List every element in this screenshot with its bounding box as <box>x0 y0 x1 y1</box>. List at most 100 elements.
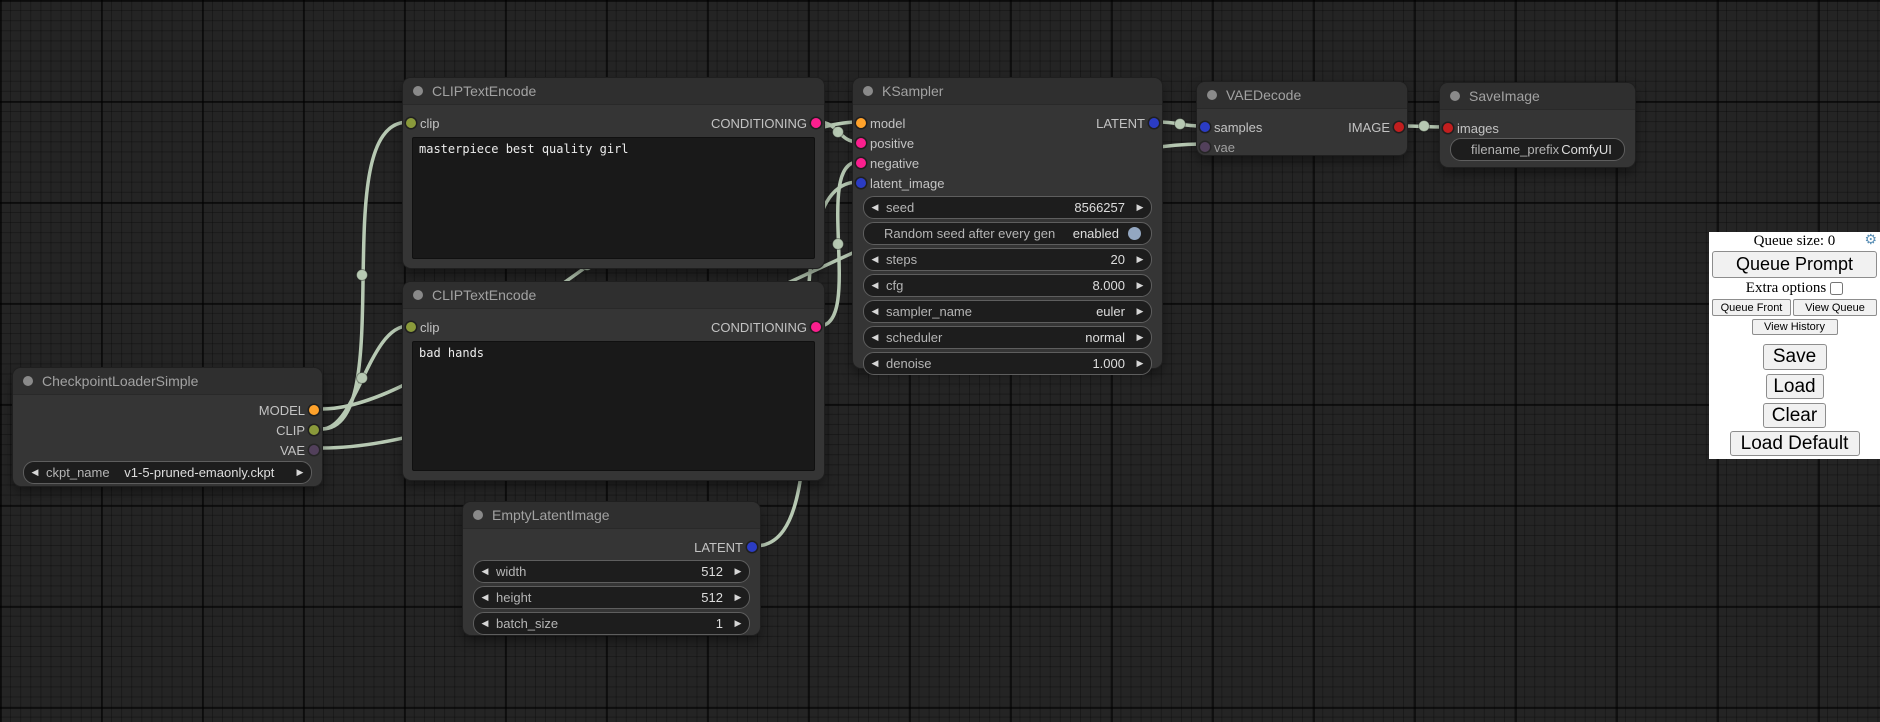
input-dot-images[interactable] <box>1443 123 1453 133</box>
node-title-bar[interactable]: KSampler <box>853 78 1162 105</box>
widget-ckpt-name[interactable]: ◀ ckpt_name v1-5-pruned-emaonly.ckpt ▶ <box>23 461 312 484</box>
widget-batch-size[interactable]: ◀ batch_size 1 ▶ <box>473 612 750 635</box>
decrement-arrow-icon[interactable]: ◀ <box>474 587 496 608</box>
output-dot-conditioning[interactable] <box>811 322 821 332</box>
input-dot-negative[interactable] <box>856 158 866 168</box>
output-dot-latent[interactable] <box>1149 118 1159 128</box>
decrement-arrow-icon[interactable]: ◀ <box>864 249 886 270</box>
node-title-bar[interactable]: CLIPTextEncode <box>403 282 824 309</box>
clear-button[interactable]: Clear <box>1763 403 1826 428</box>
link-midpoint-dot <box>833 127 844 138</box>
widget-height[interactable]: ◀ height 512 ▶ <box>473 586 750 609</box>
node-emptylatentimage[interactable]: EmptyLatentImage LATENT ◀ width 512 ▶ ◀ … <box>463 502 760 635</box>
collapse-dot[interactable] <box>413 290 423 300</box>
widget-width[interactable]: ◀ width 512 ▶ <box>473 560 750 583</box>
increment-arrow-icon[interactable]: ▶ <box>1129 197 1151 218</box>
node-vaedecode[interactable]: VAEDecode samples IMAGE vae <box>1197 82 1407 155</box>
output-slot-vae: VAE <box>13 440 322 460</box>
decrement-arrow-icon[interactable]: ◀ <box>864 353 886 374</box>
widget-scheduler[interactable]: ◀ scheduler normal ▶ <box>863 326 1152 349</box>
decrement-arrow-icon[interactable]: ◀ <box>474 613 496 634</box>
input-label: clip <box>420 116 440 131</box>
increment-arrow-icon[interactable]: ▶ <box>1129 327 1151 348</box>
widget-filename-prefix[interactable]: filename_prefix ComfyUI <box>1450 138 1625 161</box>
view-history-button[interactable]: View History <box>1752 319 1838 335</box>
node-title-bar[interactable]: SaveImage <box>1440 83 1635 110</box>
node-title-bar[interactable]: CLIPTextEncode <box>403 78 824 105</box>
extra-options-label: Extra options <box>1746 280 1826 297</box>
node-cliptextencode-negative[interactable]: CLIPTextEncode clip CONDITIONING bad han… <box>403 282 824 480</box>
collapse-dot[interactable] <box>1207 90 1217 100</box>
increment-arrow-icon[interactable]: ▶ <box>727 613 749 634</box>
output-label: LATENT <box>694 540 743 555</box>
node-cliptextencode-positive[interactable]: CLIPTextEncode clip CONDITIONING masterp… <box>403 78 824 268</box>
input-dot-clip[interactable] <box>406 322 416 332</box>
input-dot-samples[interactable] <box>1200 122 1210 132</box>
decrement-arrow-icon[interactable]: ◀ <box>864 197 886 218</box>
save-button[interactable]: Save <box>1763 344 1827 370</box>
input-dot-clip[interactable] <box>406 118 416 128</box>
input-label: model <box>870 116 905 131</box>
decrement-arrow-icon[interactable]: ◀ <box>864 275 886 296</box>
settings-gear-icon[interactable]: ⚙ <box>1864 233 1877 249</box>
load-default-button[interactable]: Load Default <box>1730 431 1860 456</box>
widget-cfg[interactable]: ◀ cfg 8.000 ▶ <box>863 274 1152 297</box>
increment-arrow-icon[interactable]: ▶ <box>1129 353 1151 374</box>
queue-prompt-button[interactable]: Queue Prompt <box>1712 251 1877 278</box>
node-title-bar[interactable]: CheckpointLoaderSimple <box>13 368 322 395</box>
collapse-dot[interactable] <box>1450 91 1460 101</box>
collapse-dot[interactable] <box>413 86 423 96</box>
output-dot-conditioning[interactable] <box>811 118 821 128</box>
decrement-arrow-icon[interactable]: ◀ <box>864 301 886 322</box>
increment-arrow-icon[interactable]: ▶ <box>1129 301 1151 322</box>
output-dot-model[interactable] <box>309 405 319 415</box>
toggle-enabled-icon[interactable] <box>1128 227 1141 240</box>
positive-prompt-textarea[interactable]: masterpiece best quality girl <box>412 137 815 259</box>
collapse-dot[interactable] <box>23 376 33 386</box>
slot-row-samples-image: samples IMAGE <box>1197 117 1407 137</box>
node-title-bar[interactable]: VAEDecode <box>1197 82 1407 109</box>
load-button[interactable]: Load <box>1766 374 1824 399</box>
widget-value: normal <box>942 330 1129 345</box>
increment-arrow-icon[interactable]: ▶ <box>727 561 749 582</box>
collapse-dot[interactable] <box>473 510 483 520</box>
output-dot-image[interactable] <box>1394 122 1404 132</box>
node-checkpointloadersimple[interactable]: CheckpointLoaderSimple MODEL CLIP VAE ◀ … <box>13 368 322 486</box>
negative-prompt-textarea[interactable]: bad hands <box>412 341 815 471</box>
widget-value: 8566257 <box>914 200 1129 215</box>
widget-label: cfg <box>886 278 903 293</box>
input-dot-latent-image[interactable] <box>856 178 866 188</box>
graph-canvas[interactable]: { "colors": { "wire": "#b7c9b3", "slot_m… <box>0 0 1880 722</box>
widget-label: width <box>496 564 526 579</box>
link-midpoint-dot <box>1419 121 1430 132</box>
increment-arrow-icon[interactable]: ▶ <box>1129 249 1151 270</box>
increment-arrow-icon[interactable]: ▶ <box>1129 275 1151 296</box>
widget-random-seed-toggle[interactable]: Random seed after every gen enabled <box>863 222 1152 245</box>
node-title-bar[interactable]: EmptyLatentImage <box>463 502 760 529</box>
view-queue-button[interactable]: View Queue <box>1793 299 1877 316</box>
collapse-dot[interactable] <box>863 86 873 96</box>
decrement-arrow-icon[interactable]: ◀ <box>474 561 496 582</box>
increment-arrow-icon[interactable]: ▶ <box>289 462 311 483</box>
widget-seed[interactable]: ◀ seed 8566257 ▶ <box>863 196 1152 219</box>
decrement-arrow-icon[interactable]: ◀ <box>864 327 886 348</box>
output-dot-latent[interactable] <box>747 542 757 552</box>
increment-arrow-icon[interactable]: ▶ <box>727 587 749 608</box>
input-slot-positive: positive <box>853 133 1162 153</box>
decrement-arrow-icon[interactable]: ◀ <box>24 462 46 483</box>
widget-sampler-name[interactable]: ◀ sampler_name euler ▶ <box>863 300 1152 323</box>
widget-value: enabled <box>1055 226 1123 241</box>
node-ksampler[interactable]: KSampler model LATENT positive negative … <box>853 78 1162 368</box>
widget-denoise[interactable]: ◀ denoise 1.000 ▶ <box>863 352 1152 375</box>
node-title: VAEDecode <box>1226 87 1301 103</box>
extra-options-checkbox[interactable] <box>1830 282 1843 295</box>
node-saveimage[interactable]: SaveImage images filename_prefix ComfyUI <box>1440 83 1635 167</box>
input-dot-vae[interactable] <box>1200 142 1210 152</box>
widget-steps[interactable]: ◀ steps 20 ▶ <box>863 248 1152 271</box>
queue-front-button[interactable]: Queue Front <box>1712 299 1791 316</box>
input-dot-model[interactable] <box>856 118 866 128</box>
output-dot-vae[interactable] <box>309 445 319 455</box>
output-slot-latent: LATENT <box>463 537 760 557</box>
output-dot-clip[interactable] <box>309 425 319 435</box>
input-dot-positive[interactable] <box>856 138 866 148</box>
